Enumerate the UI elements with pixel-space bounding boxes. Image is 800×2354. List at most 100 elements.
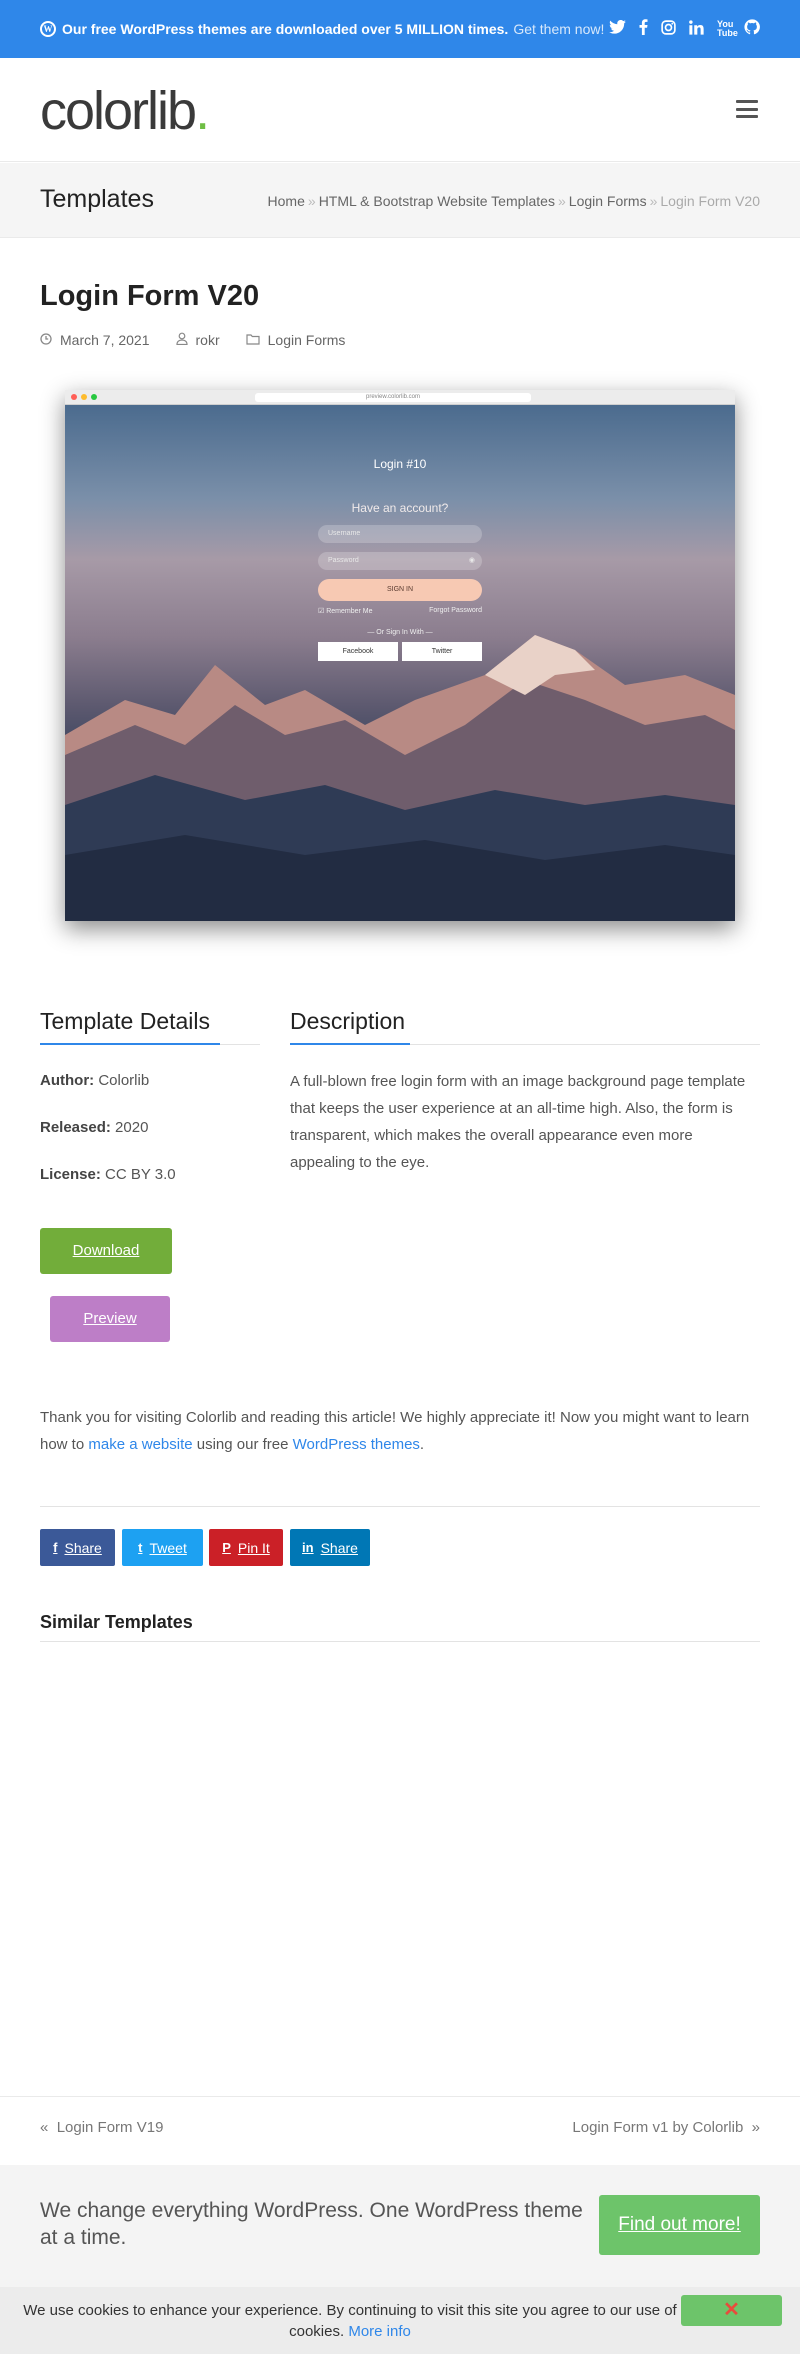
share-linkedin-button[interactable]: in Share: [290, 1529, 370, 1566]
share-linkedin-label: Share: [320, 1539, 358, 1556]
share-divider: [40, 1506, 760, 1507]
preview-sign-in-button: SIGN IN: [318, 579, 482, 601]
pinterest-icon: P: [222, 1540, 231, 1555]
chevrons-right-icon: »: [751, 2119, 760, 2136]
detail-author: Author: Colorlib: [40, 1072, 149, 1089]
github-icon[interactable]: [744, 19, 760, 39]
detail-released-value: 2020: [115, 1119, 149, 1136]
thanks-paragraph: Thank you for visiting Colorlib and read…: [40, 1404, 760, 1458]
colorlib-logo[interactable]: colorlib.: [40, 80, 210, 142]
social-links: You Tube: [609, 19, 760, 39]
preview-subtitle: Have an account?: [351, 501, 449, 515]
detail-author-value: Colorlib: [98, 1072, 150, 1089]
preview-or-sign-in: — Or Sign In With —: [367, 629, 433, 636]
banner-cta-link[interactable]: Get them now!: [513, 21, 604, 37]
close-icon: ✕: [723, 2299, 740, 2321]
twitter-icon[interactable]: [609, 19, 626, 38]
preview-username-field: Username: [318, 525, 482, 543]
detail-license-value: CC BY 3.0: [105, 1166, 176, 1183]
preview-facebook-button: Facebook: [318, 642, 398, 661]
template-preview-image[interactable]: preview.colorlib.com Login #10 Have an a…: [65, 390, 735, 921]
linkedin-icon: in: [302, 1540, 314, 1555]
preview-twitter-button: Twitter: [402, 642, 482, 661]
thanks-text-middle: using our free: [192, 1436, 293, 1453]
post-navigation: « Login Form V19 Login Form v1 by Colorl…: [0, 2096, 800, 2164]
breadcrumb-separator: »: [557, 193, 566, 209]
wordpress-themes-link[interactable]: WordPress themes: [293, 1436, 420, 1453]
linkedin-icon[interactable]: [689, 19, 704, 39]
preview-password-placeholder: Password: [328, 557, 359, 564]
wordpress-icon: W: [40, 21, 56, 37]
detail-released: Released: 2020: [40, 1119, 148, 1136]
facebook-icon[interactable]: [639, 19, 648, 39]
find-out-more-button[interactable]: Find out more!: [599, 2195, 760, 2255]
promo-strip: We change everything WordPress. One Word…: [0, 2165, 800, 2287]
cookie-message: We use cookies to enhance your experienc…: [20, 2300, 680, 2342]
share-twitter-label: Tweet: [149, 1539, 187, 1556]
cookie-close-button[interactable]: ✕: [681, 2295, 782, 2326]
cookie-more-info-link[interactable]: More info: [348, 2323, 411, 2340]
promo-text: We change everything WordPress. One Word…: [40, 2199, 583, 2249]
breadcrumb-login-forms[interactable]: Login Forms: [569, 193, 647, 209]
previous-post-link[interactable]: « Login Form V19: [40, 2119, 163, 2136]
hamburger-menu-icon[interactable]: [736, 100, 758, 118]
post-date: March 7, 2021: [60, 332, 150, 348]
page-title-bar: Templates Home» HTML & Bootstrap Website …: [0, 163, 800, 238]
next-post-label: Login Form v1 by Colorlib: [572, 2119, 744, 2136]
login-form-preview: Login #10 Have an account? Username Pass…: [318, 457, 482, 661]
breadcrumb-home[interactable]: Home: [268, 193, 305, 209]
similar-templates-heading: Similar Templates: [40, 1612, 193, 1632]
preview-button[interactable]: Preview: [50, 1296, 170, 1342]
template-details-heading: Template Details: [40, 1008, 211, 1034]
preview-form-title: Login #10: [373, 457, 427, 471]
breadcrumb-templates[interactable]: HTML & Bootstrap Website Templates: [319, 193, 555, 209]
preview-forgot-password: Forgot Password: [429, 607, 482, 614]
logo-dot: .: [195, 81, 210, 141]
detail-author-label: Author:: [40, 1072, 95, 1089]
banner-message: Our free WordPress themes are downloaded…: [62, 21, 509, 37]
details-accent-line: [40, 1043, 220, 1045]
next-post-link[interactable]: Login Form v1 by Colorlib »: [572, 2119, 760, 2136]
detail-license: License: CC BY 3.0: [40, 1166, 176, 1183]
top-banner: W Our free WordPress themes are download…: [0, 0, 800, 58]
make-a-website-link[interactable]: make a website: [88, 1436, 192, 1453]
post-meta: March 7, 2021 rokr Login Forms: [40, 332, 371, 348]
breadcrumb: Home» HTML & Bootstrap Website Templates»…: [268, 193, 760, 209]
facebook-icon: f: [53, 1540, 58, 1555]
description-heading: Description: [290, 1008, 406, 1034]
previous-post-label: Login Form V19: [56, 2119, 164, 2136]
youtube-icon[interactable]: You Tube: [717, 20, 738, 38]
browser-chrome: preview.colorlib.com: [65, 390, 735, 405]
detail-released-label: Released:: [40, 1119, 111, 1136]
breadcrumb-separator: »: [307, 193, 316, 209]
share-pinterest-button[interactable]: P Pin It: [209, 1529, 283, 1566]
breadcrumb-separator: »: [649, 193, 658, 209]
chevrons-left-icon: «: [40, 2119, 49, 2136]
post-category-link[interactable]: Login Forms: [268, 332, 346, 348]
cookie-bar: We use cookies to enhance your experienc…: [0, 2287, 800, 2354]
description-text: A full-blown free login form with an ima…: [290, 1073, 746, 1171]
thanks-text-end: .: [419, 1436, 425, 1453]
page-title: Templates: [40, 185, 154, 213]
mountain-background: Login #10 Have an account? Username Pass…: [65, 405, 735, 921]
preview-password-field: Password ◉: [318, 552, 482, 570]
eye-icon: ◉: [468, 557, 475, 564]
breadcrumb-current: Login Form V20: [660, 193, 760, 209]
site-header: colorlib.: [0, 58, 800, 162]
browser-address-bar: preview.colorlib.com: [255, 393, 531, 402]
preview-remember-me: ☑ Remember Me: [318, 608, 373, 615]
similar-divider: [40, 1641, 760, 1642]
logo-text: colorlib: [40, 81, 197, 141]
instagram-icon[interactable]: [661, 19, 676, 39]
post-author-link[interactable]: rokr: [196, 332, 220, 348]
description-accent-line: [290, 1043, 410, 1045]
post-title: Login Form V20: [40, 280, 260, 312]
share-facebook-label: Share: [64, 1539, 102, 1556]
share-twitter-button[interactable]: t Tweet: [122, 1529, 203, 1566]
folder-icon: [246, 333, 260, 348]
share-facebook-button[interactable]: f Share: [40, 1529, 115, 1566]
user-icon: [175, 332, 188, 348]
detail-license-label: License:: [40, 1166, 101, 1183]
download-button[interactable]: Download: [40, 1228, 172, 1274]
preview-remember-label: Remember Me: [326, 608, 373, 615]
